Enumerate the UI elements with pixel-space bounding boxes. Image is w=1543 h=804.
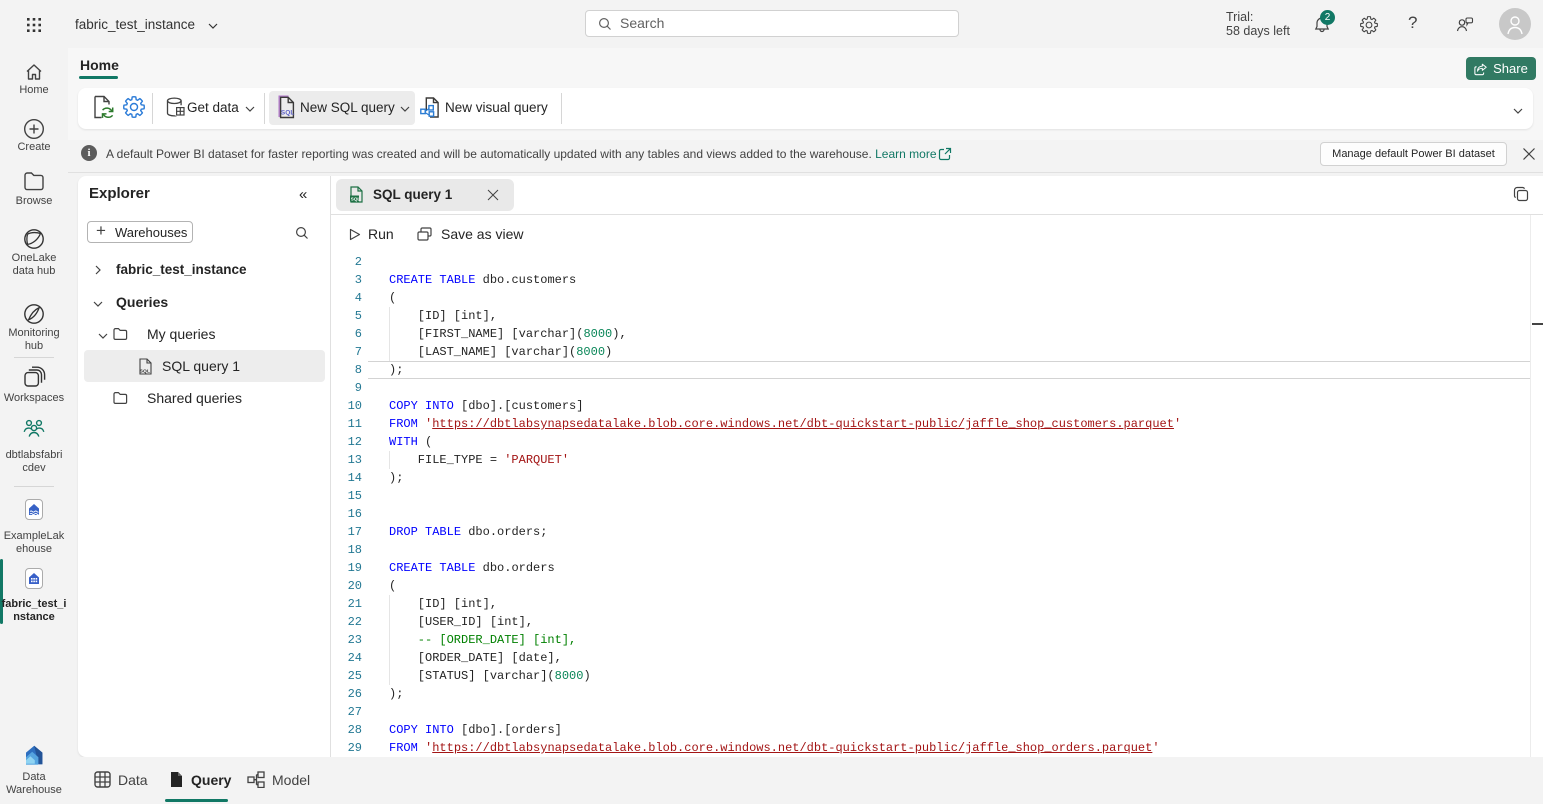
svg-text:SQL: SQL <box>281 110 295 117</box>
svg-text:SQL: SQL <box>351 197 361 202</box>
svg-text:SQL: SQL <box>140 368 151 374</box>
